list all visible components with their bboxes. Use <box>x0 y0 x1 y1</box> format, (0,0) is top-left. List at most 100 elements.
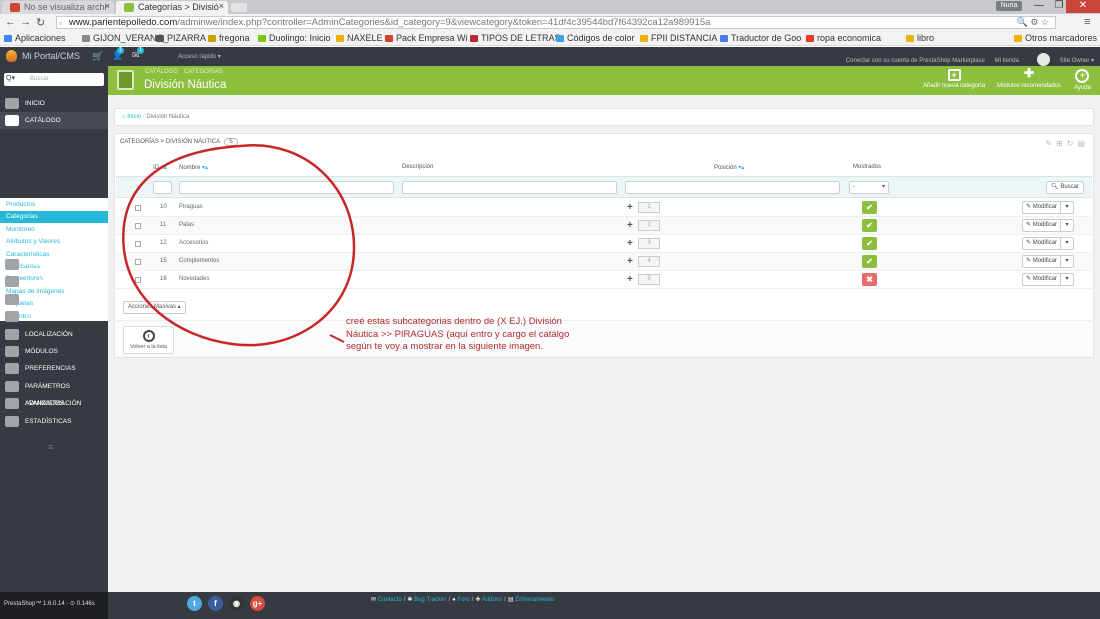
close-tab-icon[interactable]: × <box>219 1 224 11</box>
cell-name[interactable]: Palas <box>179 222 194 228</box>
sidebar-item-wrench[interactable]: Preferencias <box>0 360 108 377</box>
search-scope-dropdown[interactable]: Q▾ <box>6 74 15 82</box>
recommended-modules-button[interactable]: ✚ Módulos recomendados <box>997 67 1061 89</box>
back-to-list-button[interactable]: ‹ Volver a la lista <box>123 326 174 354</box>
sidebar-item-dashboard[interactable]: Inicio <box>0 95 108 112</box>
close-window-icon[interactable]: ✕ <box>1066 0 1100 13</box>
footer-link[interactable]: ✚ Addons <box>475 597 502 603</box>
bookmark-item[interactable]: Aplicaciones <box>4 33 66 43</box>
toolbar-crumb[interactable]: Catálogo <box>145 69 178 75</box>
my-shop-link[interactable]: Mi tienda <box>995 58 1019 64</box>
help-button[interactable]: + Ayuda <box>1074 69 1091 91</box>
sidebar-item-bar-chart[interactable]: Estadísticas <box>0 413 108 430</box>
submenu-item[interactable]: Productos <box>0 199 108 211</box>
add-icon[interactable]: ⊞ <box>1056 139 1067 148</box>
table-row[interactable]: 16 Novedades +5 ✖ ✎ Modificar ▾ <box>116 271 1092 289</box>
column-header-name[interactable]: Nombre ▾▴ <box>179 164 208 171</box>
drag-handle-icon[interactable]: + <box>627 274 633 285</box>
cell-name[interactable]: Accesorios <box>179 240 208 246</box>
bookmark-item[interactable]: Códigos de color <box>556 33 635 43</box>
bookmark-item[interactable]: Traductor de Goo <box>720 33 801 43</box>
row-checkbox[interactable] <box>135 241 141 247</box>
drag-handle-icon[interactable]: + <box>627 238 633 249</box>
close-tab-icon[interactable]: × <box>105 1 110 11</box>
bookmark-item[interactable]: FPII DISTANCIA <box>640 33 717 43</box>
reload-icon[interactable]: ↻ <box>36 16 45 29</box>
submenu-item[interactable]: Monitoreo <box>0 224 108 236</box>
sidebar-item-cogs[interactable]: Parámetros avanzados <box>0 378 108 407</box>
row-checkbox[interactable] <box>135 223 141 229</box>
edit-button[interactable]: ✎ Modificar <box>1023 220 1062 231</box>
chevron-down-icon[interactable]: ▾ <box>1061 256 1073 267</box>
sidebar-item-book[interactable]: Catálogo <box>0 112 108 129</box>
sql-icon[interactable]: ▤ <box>1077 139 1089 148</box>
new-tab-button[interactable] <box>231 3 247 12</box>
chevron-down-icon[interactable]: ▾ <box>1061 220 1073 231</box>
row-checkbox[interactable] <box>135 259 141 265</box>
bookmark-item[interactable]: ropa economica <box>806 33 881 43</box>
chevron-down-icon[interactable]: ▾ <box>1061 274 1073 285</box>
submenu-item[interactable]: Categorías <box>0 211 108 224</box>
enabled-check-icon[interactable]: ✔ <box>862 255 877 268</box>
browser-menu-icon[interactable]: ≡ <box>1084 16 1090 28</box>
sort-icon[interactable]: ▾▴ <box>202 165 208 171</box>
filter-description-input[interactable] <box>402 181 617 194</box>
sidebar-item-customers[interactable]: Clientes <box>0 273 108 290</box>
drag-handle-icon[interactable]: + <box>627 220 633 231</box>
quick-access-menu[interactable]: Acceso rápido ▾ <box>178 53 221 60</box>
filter-position-input[interactable] <box>625 181 840 194</box>
edit-button[interactable]: ✎ Modificar <box>1023 202 1062 213</box>
sidebar-item-price-rules[interactable]: Reglas de precios <box>0 291 108 308</box>
sort-icon[interactable]: ▾▴ <box>738 165 744 171</box>
table-row[interactable]: 10 Piraguas +1 ✔ ✎ Modificar ▾ <box>116 199 1092 217</box>
bookmark-item[interactable]: Otros marcadores <box>1014 33 1097 43</box>
disabled-x-icon[interactable]: ✖ <box>862 273 877 286</box>
add-category-button[interactable]: + Añadir nueva categoría <box>923 69 985 89</box>
browser-user-chip[interactable]: Nuria <box>996 1 1022 11</box>
cell-name[interactable]: Piraguas <box>179 204 203 210</box>
table-row[interactable]: 12 Accesorios +3 ✔ ✎ Modificar ▾ <box>116 235 1092 253</box>
sort-icon[interactable]: ▾▴ <box>161 165 167 171</box>
bulk-actions-button[interactable]: Acciones Masivas ▴ <box>123 301 186 314</box>
sidebar-item-gear[interactable]: Administración <box>0 395 108 412</box>
filter-id-input[interactable] <box>153 181 172 194</box>
table-row[interactable]: 11 Palas +2 ✔ ✎ Modificar ▾ <box>116 217 1092 235</box>
table-row[interactable]: 15 Complementos +4 ✔ ✎ Modificar ▾ <box>116 253 1092 271</box>
row-checkbox[interactable] <box>135 277 141 283</box>
bookmark-item[interactable]: Pack Empresa Wi <box>385 33 468 43</box>
chevron-down-icon[interactable]: ▾ <box>1061 202 1073 213</box>
footer-link[interactable]: ✱ Bug Tracker <box>407 597 446 603</box>
collapse-menu-icon[interactable]: ≡ <box>48 442 53 452</box>
enabled-check-icon[interactable]: ✔ <box>862 201 877 214</box>
url-input[interactable]: ▫ www.parientepolledo.com/adminwe/index.p… <box>56 16 1056 29</box>
messages-notif-icon[interactable]: ✉ 1 <box>132 47 144 61</box>
cell-name[interactable]: Complementos <box>179 258 219 264</box>
back-arrow-icon[interactable]: ← <box>5 16 16 28</box>
refresh-icon[interactable]: ↻ <box>1067 139 1078 148</box>
shop-name[interactable]: Mi Portal/CMS <box>22 51 80 61</box>
cart-icon[interactable]: 🛒 <box>92 51 103 62</box>
owner-menu[interactable]: Site Owner ▾ <box>1029 53 1094 66</box>
edit-button[interactable]: ✎ Modificar <box>1023 256 1062 267</box>
export-icon[interactable]: ✎ <box>1045 139 1056 148</box>
forward-arrow-icon[interactable]: → <box>20 16 31 28</box>
github-icon[interactable]: ◉ <box>229 596 244 611</box>
bookmark-item[interactable]: Duolingo: Inicio <box>258 33 331 43</box>
bookmark-item[interactable]: NAXELE <box>336 33 383 43</box>
sidebar-item-puzzle[interactable]: Módulos <box>0 343 108 360</box>
footer-link[interactable]: ● Foro <box>452 597 470 603</box>
bookmark-item[interactable]: TIPOS DE LETRAS <box>470 33 561 43</box>
row-checkbox[interactable] <box>135 205 141 211</box>
footer-link[interactable]: ✉ Contacto <box>371 597 402 603</box>
breadcrumb-home[interactable]: Inicio <box>127 114 141 120</box>
marketplace-connect-link[interactable]: Conectar con su cuenta de PrestaShop Mar… <box>846 58 985 64</box>
twitter-icon[interactable]: t <box>187 596 202 611</box>
enabled-check-icon[interactable]: ✔ <box>862 237 877 250</box>
chevron-down-icon[interactable]: ▾ <box>1061 238 1073 249</box>
edit-button[interactable]: ✎ Modificar <box>1023 274 1062 285</box>
filter-name-input[interactable] <box>179 181 394 194</box>
browser-tab-1[interactable]: Categorías > Divisió × <box>116 1 228 14</box>
enabled-check-icon[interactable]: ✔ <box>862 219 877 232</box>
sidebar-item-truck[interactable]: Transporte <box>0 308 108 325</box>
footer-link[interactable]: ▤ Entrenamiento <box>508 597 554 603</box>
